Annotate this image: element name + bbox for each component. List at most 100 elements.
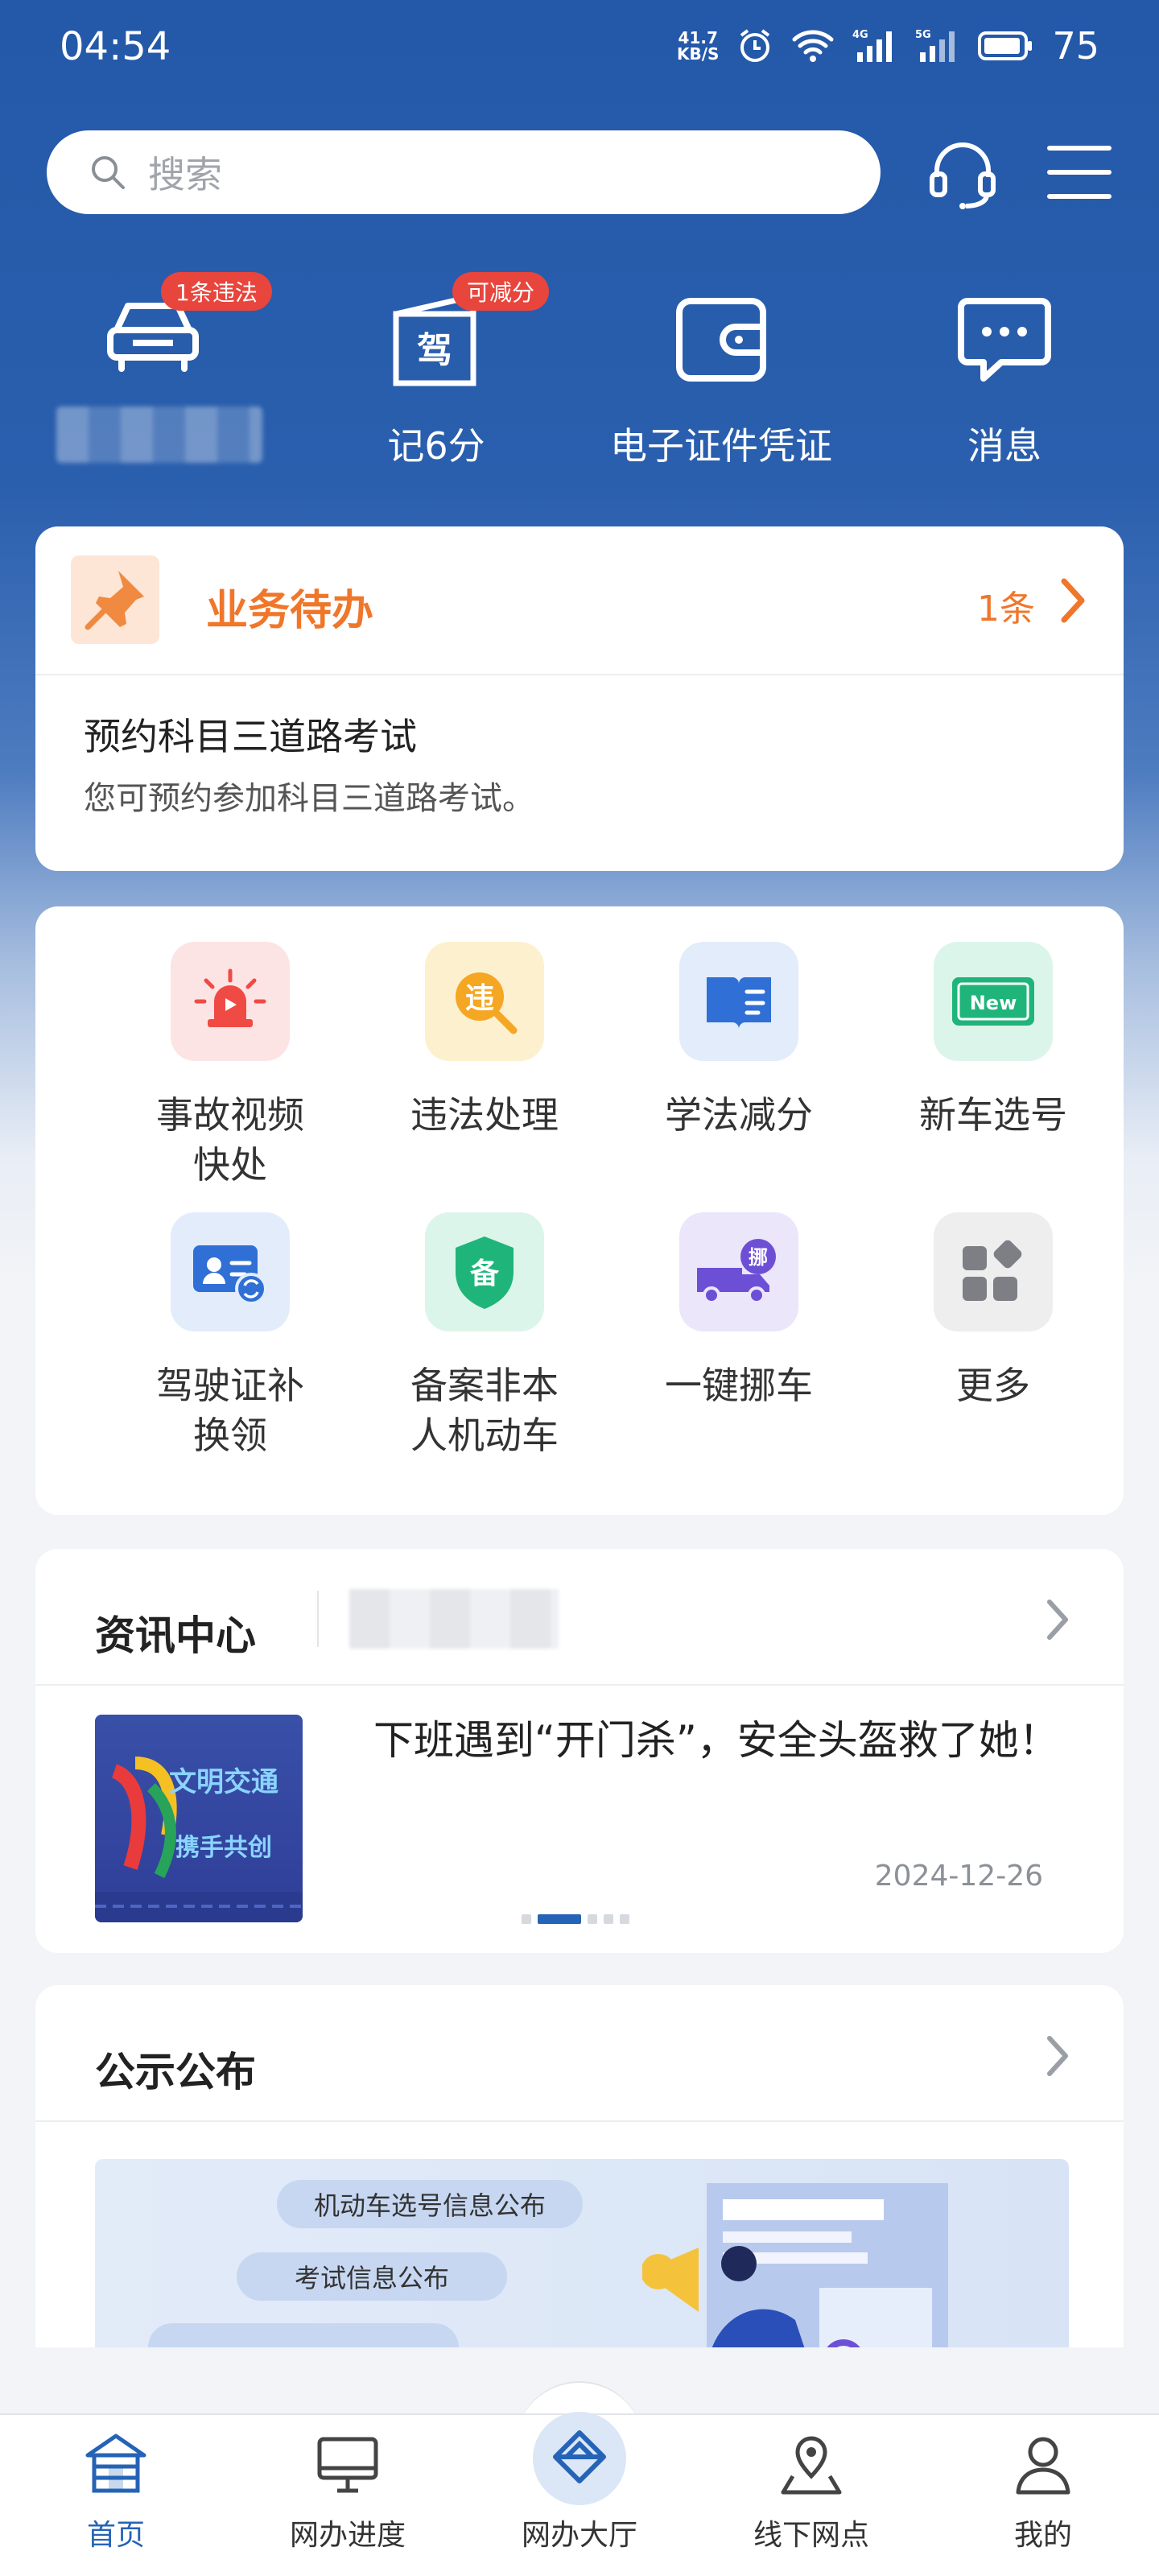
service-label-line1: 事故视频 [156,1093,304,1137]
status-icons: 41.7 KB/S 4G 5G 75 [677,24,1099,68]
todo-count: 1条 [977,588,1035,630]
svg-text:违: 违 [465,982,494,1015]
points-label: 记6分 [387,424,485,468]
nav-label: 首页 [86,2519,145,2552]
service-label-line1: 学法减分 [665,1093,813,1137]
search-icon [92,156,125,189]
section-separator [35,1684,1124,1686]
truck-icon: 挪 [679,1212,798,1331]
license-plate-blurred [56,407,262,463]
service-label-line1: 一键挪车 [665,1364,813,1407]
service-non-owner-registration[interactable]: 备 备案非本 人机动车 [356,1212,613,1460]
svg-text:文明交通: 文明交通 [169,1766,278,1798]
quick-action-messages[interactable]: 消息 [884,282,1125,475]
service-new-plate-selection[interactable]: New 新车选号 [864,942,1122,1140]
notice-banner[interactable]: 机动车选号信息公布 考试信息公布 [95,2159,1069,2347]
service-label-line2: 换领 [193,1414,267,1457]
todo-item-description: 您可预约参加科目三道路考试。 [84,780,534,817]
home-icon [85,2434,146,2493]
net-speed-unit: KB/S [677,44,720,64]
services-card: 事故视频快处 违 违法处理 学法减分 New 新车选号 驾驶证补换领 备 备案非… [35,906,1124,1515]
service-move-car[interactable]: 挪 一键挪车 [610,1212,868,1410]
news-tab-blurred[interactable] [349,1589,559,1649]
chevron-right-icon[interactable] [1043,1597,1072,1642]
todo-title: 业务待办 [206,587,374,635]
service-more[interactable]: 更多 [864,1212,1122,1410]
section-separator [35,2120,1124,2122]
nav-label: 网办大厅 [521,2519,637,2552]
service-label-line1: 更多 [956,1364,1030,1407]
carousel-dot [604,1914,613,1924]
signal-5g-icon: 5G [915,29,955,62]
news-section-title[interactable]: 资讯中心 [95,1604,256,1662]
alarm-icon [171,942,290,1061]
nav-mine[interactable]: 我的 [927,2431,1159,2553]
search-input[interactable]: 搜索 [47,130,881,214]
news-headline[interactable]: 下班遇到“开门杀”，安全头盔救了她！ [373,1714,1082,1767]
more-grid-icon [934,1212,1053,1331]
svg-text:New: New [970,992,1017,1014]
reduce-points-badge: 可减分 [452,272,550,311]
hall-icon[interactable] [533,2412,626,2505]
quick-action-points[interactable]: 驾 可减分 记6分 [316,272,557,475]
messages-label: 消息 [967,424,1041,468]
status-bar: 04:54 41.7 KB/S 4G 5G 75 [0,0,1159,97]
service-label-line2: 快处 [193,1143,267,1187]
message-icon [958,298,1051,382]
battery-level: 75 [1052,24,1099,68]
headset-icon [930,142,996,209]
todo-card: 业务待办 1条 预约科目三道路考试 您可预约参加科目三道路考试。 [35,526,1124,871]
service-license-renewal[interactable]: 驾驶证补 换领 [101,1212,359,1460]
svg-text:挪: 挪 [749,1246,768,1269]
service-accident-video[interactable]: 事故视频 快处 [101,942,359,1190]
carousel-dot [588,1914,597,1924]
menu-button[interactable] [1046,143,1112,204]
service-label-line1: 驾驶证补 [156,1364,304,1407]
status-time: 04:54 [60,24,171,69]
news-thumbnail[interactable]: 文明交通 携手共创 [95,1715,303,1922]
nav-service-hall[interactable]: 网办大厅 [464,2500,695,2553]
customer-service-button[interactable] [926,137,1000,214]
violation-badge: 1条违法 [161,272,272,311]
notice-section-title[interactable]: 公示公布 [95,2040,256,2098]
license-renew-icon [171,1212,290,1331]
user-icon [1016,2437,1070,2495]
megaphone-illustration-icon [642,2183,948,2347]
chevron-right-icon[interactable] [1043,2033,1072,2079]
todo-header[interactable]: 业务待办 1条 [35,526,1124,675]
service-label-line1: 违法处理 [410,1093,559,1137]
location-icon [781,2436,842,2495]
search-placeholder: 搜索 [148,153,222,196]
menu-icon [1047,146,1112,199]
service-study-reduce-points[interactable]: 学法减分 [610,942,868,1140]
todo-item-title[interactable]: 预约科目三道路考试 [84,708,417,761]
nav-offline-outlets[interactable]: 线下网点 [695,2431,927,2553]
service-label-line1: 新车选号 [919,1093,1067,1137]
nav-progress[interactable]: 网办进度 [232,2431,464,2553]
svg-text:4G: 4G [852,29,868,41]
carousel-dot [620,1914,629,1924]
alarm-clock-icon [740,29,770,62]
carousel-indicator [522,1914,629,1924]
quick-action-e-certificate[interactable]: 电子证件凭证 [600,282,842,475]
battery-icon [978,31,1033,60]
wallet-icon [676,298,766,382]
section-divider [317,1591,319,1647]
book-icon [679,942,798,1061]
shield-icon: 备 [425,1212,544,1331]
svg-text:备: 备 [470,1257,500,1290]
monitor-icon [317,2437,378,2493]
nav-home[interactable]: 首页 [0,2431,232,2553]
notice-pill-partial[interactable] [148,2323,459,2347]
net-speed-value: 41.7 [678,28,718,47]
notice-pill-plate-info[interactable]: 机动车选号信息公布 [277,2180,583,2228]
notice-card: 公示公布 机动车选号信息公布 考试信息公布 [35,1985,1124,2347]
news-card: 资讯中心 文明交通 携手共创 下班遇到“开门杀”，安全头盔救了她！ 2024-1… [35,1549,1124,1953]
service-violation-handling[interactable]: 违 违法处理 [356,942,613,1140]
notice-pill-exam-info[interactable]: 考试信息公布 [237,2252,507,2301]
network-speed: 41.7 KB/S [677,30,719,62]
nav-label: 网办进度 [289,2519,406,2552]
svg-text:携手共创: 携手共创 [175,1834,272,1862]
carousel-dot-active [538,1914,581,1924]
nav-label: 我的 [1013,2519,1072,2552]
